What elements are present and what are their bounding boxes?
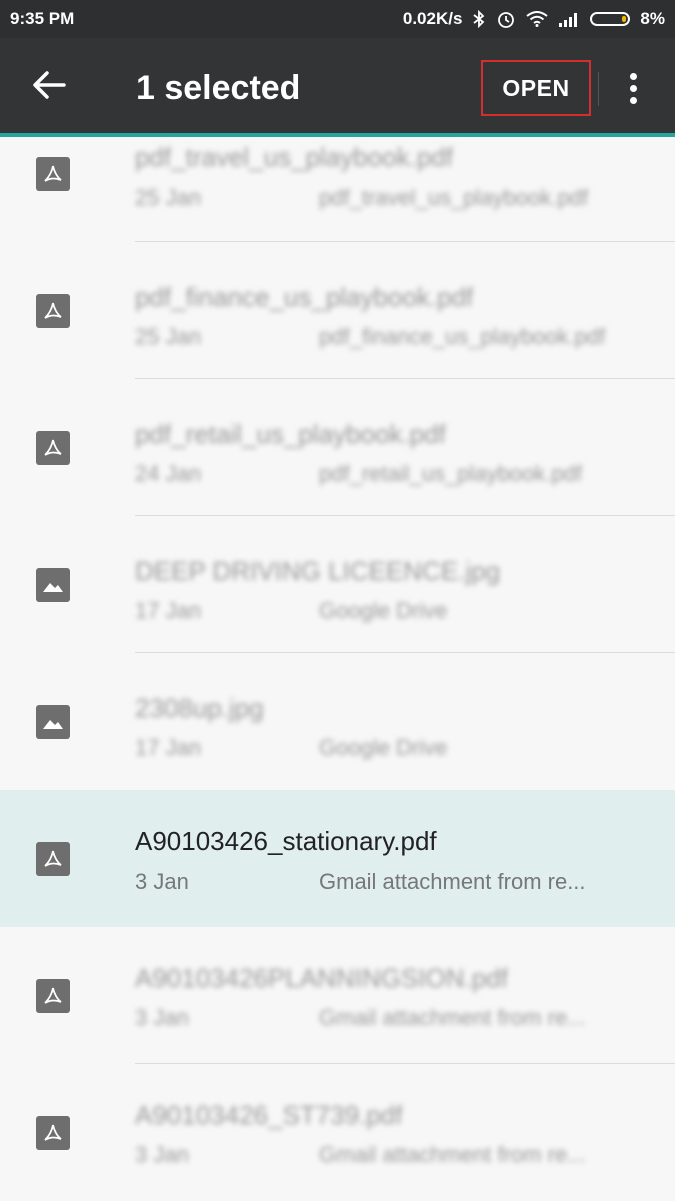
pdf-icon xyxy=(36,842,70,876)
list-item[interactable]: pdf_travel_us_playbook.pdf 25 Jan pdf_tr… xyxy=(0,137,675,242)
file-date: 25 Jan xyxy=(135,185,202,210)
list-item[interactable]: 2308up.jpg 17 Jan Google Drive xyxy=(0,653,675,790)
file-source: Gmail attachment from re... xyxy=(319,1142,586,1167)
pdf-icon xyxy=(36,294,70,328)
status-time: 9:35 PM xyxy=(10,9,75,28)
file-name: pdf_finance_us_playbook.pdf xyxy=(135,282,474,312)
file-date: 25 Jan xyxy=(135,324,202,349)
wifi-icon xyxy=(526,11,549,27)
status-indicators: 0.02K/s 8% xyxy=(403,9,665,29)
list-item-selected[interactable]: A90103426_stationary.pdf 3 Jan Gmail att… xyxy=(0,790,675,927)
file-name: A90103426_ST739.pdf xyxy=(135,1100,403,1130)
file-date: 17 Jan xyxy=(135,598,202,623)
back-arrow-icon xyxy=(33,71,66,99)
file-name: A90103426PLANNINGSION.pdf xyxy=(135,963,508,993)
pdf-icon xyxy=(36,1116,70,1150)
list-item[interactable]: pdf_finance_us_playbook.pdf 25 Jan pdf_f… xyxy=(0,242,675,379)
network-speed: 0.02K/s xyxy=(402,9,463,28)
file-date: 3 Jan xyxy=(135,1005,189,1030)
more-dot-icon xyxy=(629,84,637,92)
list-item[interactable]: pdf_retail_us_playbook.pdf 24 Jan pdf_re… xyxy=(0,379,675,516)
file-source: Google Drive xyxy=(319,735,448,760)
list-item[interactable]: DEEP DRIVING LICEENCE.jpg 17 Jan Google … xyxy=(0,516,675,653)
list-item[interactable]: A90103426PLANNINGSION.pdf 3 Jan Gmail at… xyxy=(0,927,675,1064)
file-date: 17 Jan xyxy=(135,735,202,760)
file-name: A90103426_stationary.pdf xyxy=(135,826,437,856)
alarm-icon xyxy=(498,12,515,28)
open-button[interactable]: OPEN xyxy=(481,60,591,116)
battery-percent: 8% xyxy=(640,9,665,28)
pdf-icon xyxy=(36,157,70,191)
file-source: Gmail attachment from re... xyxy=(319,869,586,894)
file-source: pdf_travel_us_playbook.pdf xyxy=(319,185,589,210)
file-date: 24 Jan xyxy=(135,461,202,486)
file-name: pdf_retail_us_playbook.pdf xyxy=(135,419,446,449)
pdf-icon xyxy=(36,979,70,1013)
file-source: pdf_finance_us_playbook.pdf xyxy=(319,324,606,349)
image-icon xyxy=(36,568,70,602)
battery-icon xyxy=(590,12,631,26)
toolbar-divider xyxy=(598,72,599,106)
file-source: Google Drive xyxy=(319,598,448,623)
selection-title: 1 selected xyxy=(136,69,301,107)
file-date: 3 Jan xyxy=(135,869,189,894)
file-name: 2308up.jpg xyxy=(135,693,264,723)
file-source: Gmail attachment from re... xyxy=(319,1005,586,1030)
list-item[interactable]: A90103426_ST739.pdf 3 Jan Gmail attachme… xyxy=(0,1064,675,1201)
file-name: pdf_travel_us_playbook.pdf xyxy=(135,142,454,172)
signal-icon xyxy=(559,13,578,27)
file-name: DEEP DRIVING LICEENCE.jpg xyxy=(135,556,501,586)
file-list: pdf_travel_us_playbook.pdf 25 Jan pdf_tr… xyxy=(0,137,675,1201)
file-date: 3 Jan xyxy=(135,1142,189,1167)
image-icon xyxy=(36,705,70,739)
more-dot-icon xyxy=(629,72,637,80)
action-bar: 1 selected OPEN xyxy=(0,38,675,137)
back-button[interactable] xyxy=(26,62,72,108)
status-bar: 9:35 PM 0.02K/s 8% xyxy=(0,0,675,38)
pdf-icon xyxy=(36,431,70,465)
more-dot-icon xyxy=(629,96,637,104)
more-options-button[interactable] xyxy=(618,66,648,110)
file-source: pdf_retail_us_playbook.pdf xyxy=(319,461,582,486)
bluetooth-icon xyxy=(473,10,485,28)
